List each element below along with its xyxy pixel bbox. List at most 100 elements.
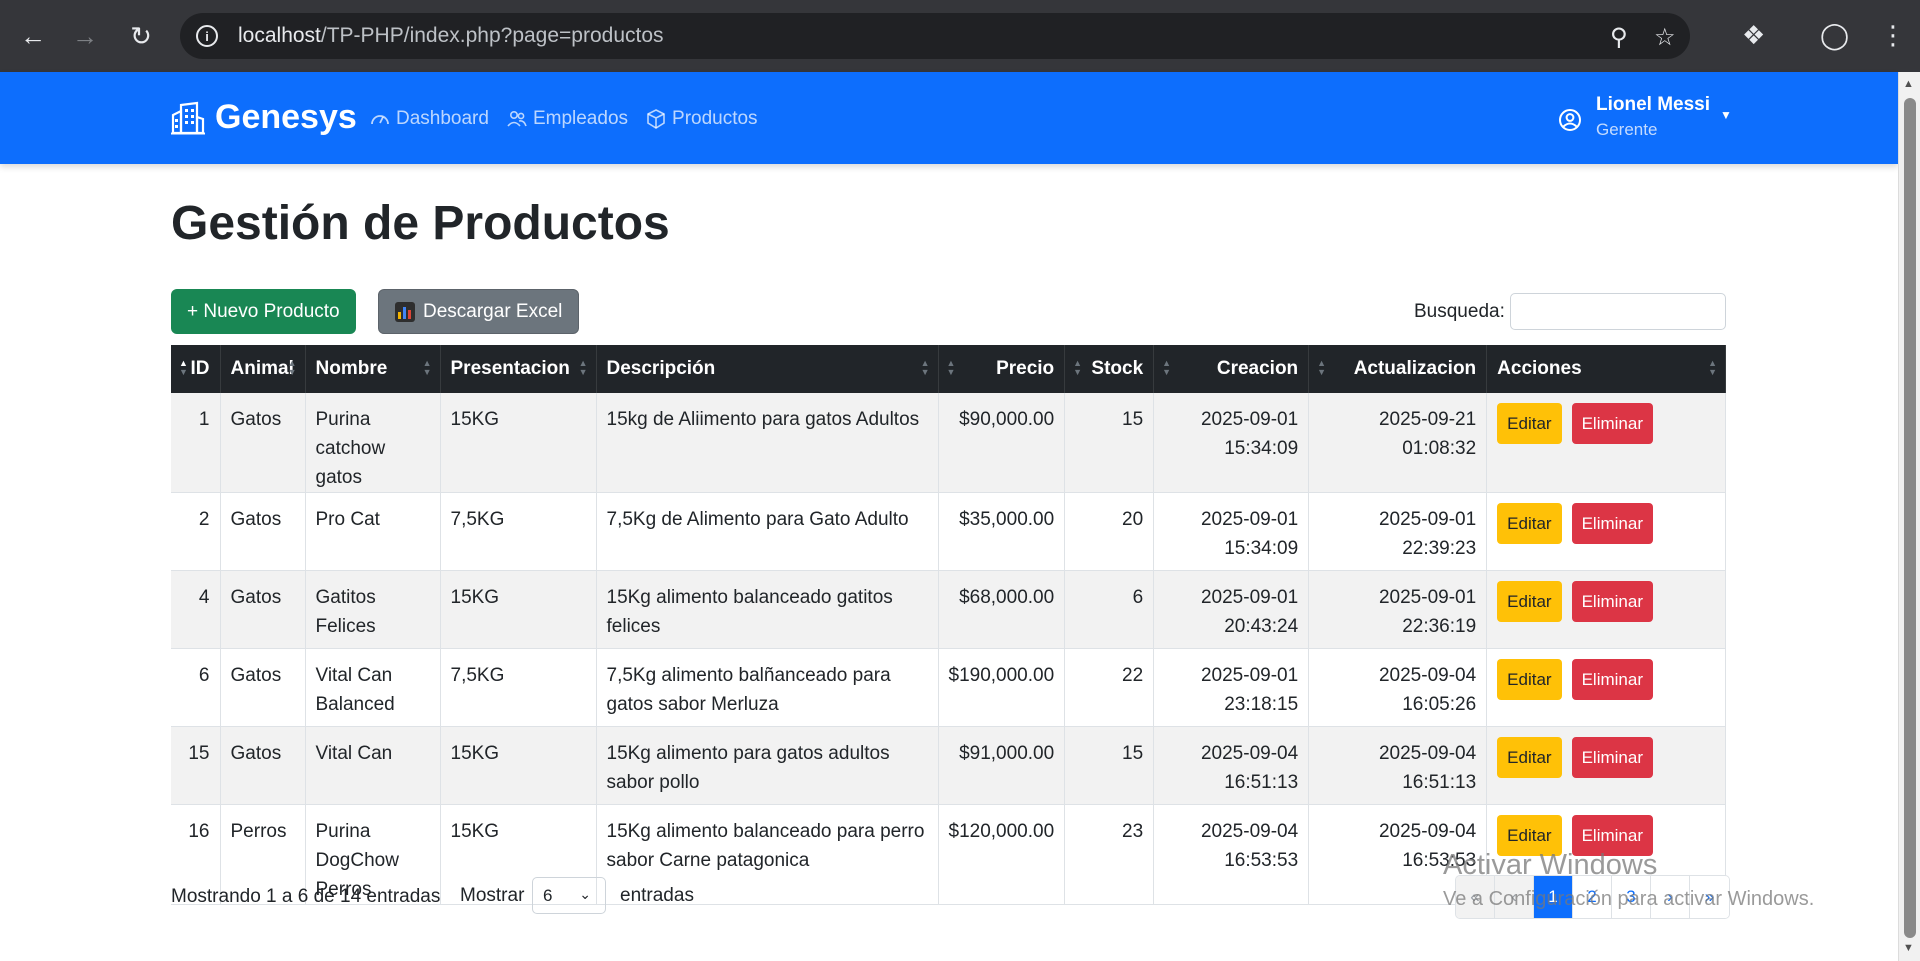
- cell-nombre: Vital Can: [305, 726, 441, 805]
- forward-arrow-icon[interactable]: →: [58, 0, 112, 72]
- reload-icon[interactable]: ↻: [114, 0, 168, 72]
- cell-presentacion: 15KG: [440, 393, 597, 493]
- edit-button[interactable]: Editar: [1497, 403, 1562, 444]
- cell-presentacion: 15KG: [440, 570, 597, 649]
- column-header-stock[interactable]: ▲ ▼ Stock: [1064, 345, 1155, 393]
- back-arrow-icon[interactable]: ←: [6, 0, 60, 72]
- vertical-scrollbar[interactable]: ▲ ▼: [1898, 72, 1920, 961]
- delete-button[interactable]: Eliminar: [1571, 659, 1653, 700]
- nav-link-dashboard[interactable]: Dashboard: [370, 108, 489, 130]
- page-size-value: 6: [543, 886, 553, 905]
- brand-link[interactable]: Genesys: [171, 98, 357, 137]
- cell-creacion: 2025-09-01 15:34:09: [1153, 492, 1310, 571]
- column-header-acciones[interactable]: Acciones ▲ ▼: [1486, 345, 1726, 393]
- cell-acciones: Editar Eliminar: [1486, 726, 1726, 805]
- gauge-icon: [371, 115, 389, 125]
- cell-actualizacion: 2025-09-04 16:05:26: [1308, 648, 1488, 727]
- zoom-icon[interactable]: ⚲: [1610, 23, 1628, 52]
- cell-stock: 22: [1064, 648, 1155, 727]
- table-row: 2 Gatos Pro Cat 7,5KG 7,5Kg de Alimento …: [171, 492, 1726, 571]
- edit-button[interactable]: Editar: [1497, 503, 1562, 544]
- cell-creacion: 2025-09-01 23:18:15: [1153, 648, 1310, 727]
- address-bar[interactable]: i localhost/TP-PHP/index.php?page=produc…: [180, 13, 1690, 59]
- nav-link-empleados[interactable]: Empleados: [507, 108, 628, 130]
- sort-icon: ▲ ▼: [1162, 358, 1172, 377]
- sort-icon: ▲ ▼: [1708, 358, 1717, 377]
- box-icon: [647, 109, 665, 129]
- cell-descripcion: 7,5Kg alimento balñanceado para gatos sa…: [596, 648, 939, 727]
- cell-stock: 15: [1064, 726, 1155, 805]
- brand-name: Genesys: [215, 98, 357, 136]
- scroll-down-icon[interactable]: ▼: [1903, 942, 1914, 954]
- edit-button[interactable]: Editar: [1497, 737, 1562, 778]
- sort-icon: ▲ ▼: [422, 358, 432, 377]
- column-header-creacion[interactable]: ▲ ▼ Creacion: [1153, 345, 1310, 393]
- cell-id: 2: [171, 492, 221, 571]
- menu-kebab-icon[interactable]: ⋮: [1880, 20, 1906, 51]
- column-header-animal[interactable]: Animal ▲ ▼: [220, 345, 306, 393]
- scrollbar-thumb[interactable]: [1904, 98, 1916, 938]
- cell-creacion: 2025-09-04 16:51:13: [1153, 726, 1310, 805]
- cell-actualizacion: 2025-09-21 01:08:32: [1308, 393, 1488, 493]
- column-header-actualizacion[interactable]: ▲ ▼ Actualizacion: [1308, 345, 1488, 393]
- download-excel-button[interactable]: Descargar Excel: [378, 289, 580, 334]
- cell-stock: 23: [1064, 804, 1155, 905]
- column-header-id[interactable]: ▲ ▼ ID: [171, 345, 221, 393]
- sort-icon: ▲ ▼: [287, 358, 297, 377]
- table-row: 4 Gatos Gatitos Felices 15KG 15Kg alimen…: [171, 570, 1726, 649]
- app-navbar: Genesys Dashboard Empleados Productos Li…: [0, 72, 1898, 164]
- profile-icon[interactable]: ◯: [1820, 20, 1849, 51]
- sort-icon: ▲ ▼: [946, 358, 956, 377]
- show-label: Mostrar: [460, 885, 525, 906]
- url-text[interactable]: localhost/TP-PHP/index.php?page=producto…: [238, 24, 664, 48]
- column-header-presentacion[interactable]: Presentacion ▲ ▼: [440, 345, 597, 393]
- bar-chart-icon: [395, 301, 415, 322]
- delete-button[interactable]: Eliminar: [1571, 403, 1653, 444]
- scroll-up-icon[interactable]: ▲: [1903, 78, 1914, 90]
- page-size-select[interactable]: 6 ⌄: [532, 877, 606, 914]
- cell-descripcion: 15Kg alimento para gatos adultos sabor p…: [596, 726, 939, 805]
- edit-button[interactable]: Editar: [1497, 659, 1562, 700]
- column-header-descripcion[interactable]: Descripción ▲ ▼: [596, 345, 939, 393]
- user-menu[interactable]: Lionel Messi Gerente ▼: [1558, 94, 1732, 140]
- cell-presentacion: 7,5KG: [440, 492, 597, 571]
- page-title: Gestión de Productos: [171, 197, 670, 250]
- sort-icon: ▲ ▼: [179, 358, 188, 377]
- cell-precio: $190,000.00: [938, 648, 1066, 727]
- cell-acciones: Editar Eliminar: [1486, 648, 1726, 727]
- new-product-button[interactable]: + Nuevo Producto: [171, 289, 356, 334]
- cell-creacion: 2025-09-04 16:53:53: [1153, 804, 1310, 905]
- people-icon: [507, 110, 527, 127]
- cell-actualizacion: 2025-09-01 22:36:19: [1308, 570, 1488, 649]
- building-icon: [171, 101, 205, 134]
- cell-precio: $120,000.00: [938, 804, 1066, 905]
- column-header-nombre[interactable]: Nombre ▲ ▼: [305, 345, 441, 393]
- extensions-icon[interactable]: ❖: [1742, 20, 1765, 51]
- search-input[interactable]: [1510, 293, 1726, 330]
- nav-link-productos-label: Productos: [672, 108, 758, 129]
- delete-button[interactable]: Eliminar: [1571, 737, 1653, 778]
- sort-icon: ▲ ▼: [1073, 358, 1083, 377]
- delete-button[interactable]: Eliminar: [1571, 581, 1653, 622]
- sort-icon: ▲ ▼: [1317, 358, 1327, 377]
- cell-precio: $91,000.00: [938, 726, 1066, 805]
- cell-stock: 15: [1064, 393, 1155, 493]
- bookmark-star-icon[interactable]: ☆: [1654, 23, 1676, 52]
- nav-link-dashboard-label: Dashboard: [396, 108, 489, 129]
- nav-link-productos[interactable]: Productos: [646, 108, 758, 130]
- cell-nombre: Gatitos Felices: [305, 570, 441, 649]
- site-info-icon[interactable]: i: [196, 25, 218, 47]
- delete-button[interactable]: Eliminar: [1571, 503, 1653, 544]
- column-header-precio[interactable]: ▲ ▼ Precio: [938, 345, 1066, 393]
- user-avatar-icon: [1559, 109, 1581, 131]
- cell-animal: Gatos: [220, 726, 306, 805]
- cell-nombre: Pro Cat: [305, 492, 441, 571]
- search-label: Busqueda:: [1414, 301, 1505, 322]
- cell-animal: Gatos: [220, 570, 306, 649]
- user-name: Lionel Messi: [1596, 94, 1711, 115]
- cell-nombre: Purina catchow gatos: [305, 393, 441, 493]
- sort-icon: ▲ ▼: [578, 358, 588, 377]
- url-host: localhost: [238, 24, 321, 47]
- edit-button[interactable]: Editar: [1497, 581, 1562, 622]
- cell-descripcion: 15Kg alimento balanceado gatitos felices: [596, 570, 939, 649]
